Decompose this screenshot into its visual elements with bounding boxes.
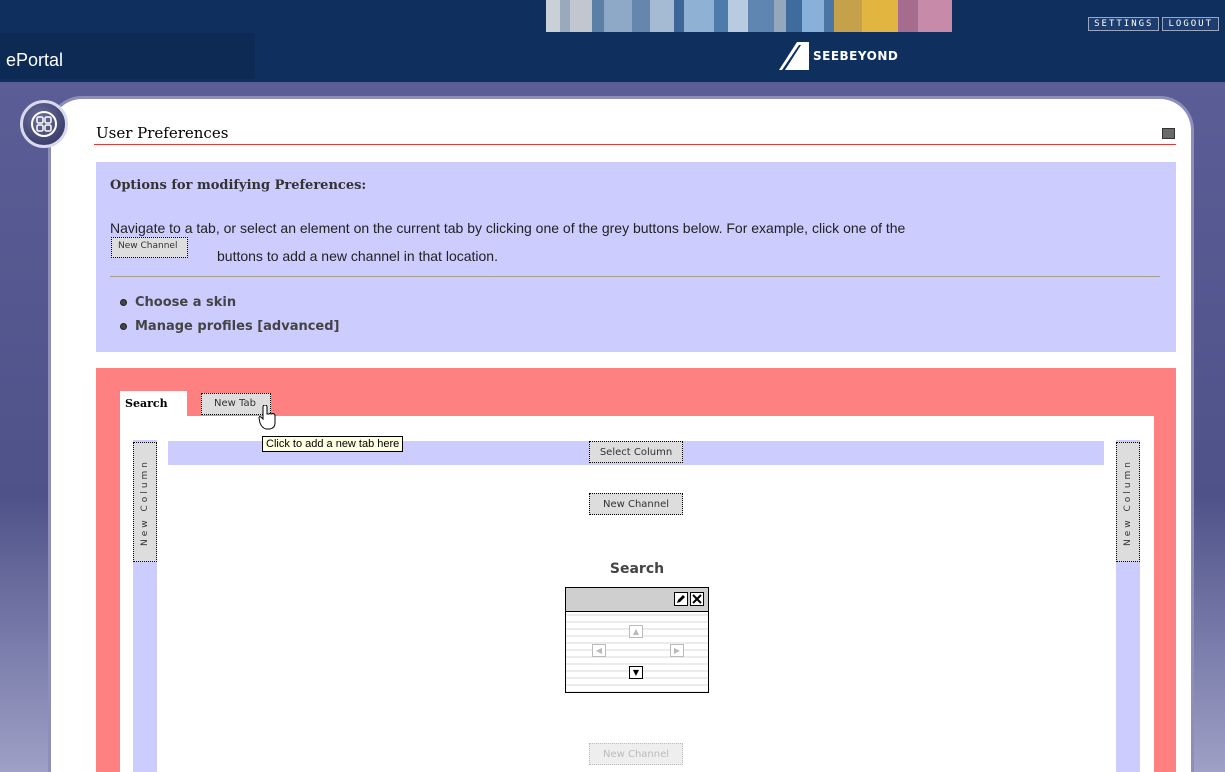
app-name-block: ePortal <box>0 33 255 79</box>
close-icon[interactable] <box>690 592 704 606</box>
move-up-icon[interactable]: ▲ <box>629 625 643 638</box>
color-strip-segment <box>802 0 824 32</box>
move-left-icon[interactable]: ◀ <box>592 644 606 657</box>
channel-header <box>566 588 708 612</box>
choose-skin-label: Choose a skin <box>135 295 237 310</box>
color-strip-segment <box>774 0 786 32</box>
bullet-icon <box>120 323 127 330</box>
new-column-label: New Column <box>140 458 150 546</box>
color-strip-segment <box>898 0 918 32</box>
channel-title: Search <box>609 561 665 577</box>
color-strip-segment <box>824 0 834 32</box>
color-strip-segment <box>546 0 560 32</box>
new-tab-tooltip: Click to add a new tab here <box>262 436 404 452</box>
brand-name: SEEBEYOND <box>813 49 899 63</box>
new-channel-button[interactable]: New Channel <box>589 493 683 515</box>
seebeyond-logo-icon <box>779 42 809 70</box>
move-down-icon[interactable]: ▼ <box>629 666 643 679</box>
pencil-icon[interactable] <box>674 592 688 606</box>
options-divider <box>110 276 1160 277</box>
title-divider <box>94 144 1176 145</box>
manage-profiles-label: Manage profiles [advanced] <box>135 319 340 334</box>
color-strip-segment <box>632 0 650 32</box>
color-strip-segment <box>674 0 684 32</box>
bullet-icon <box>120 299 127 306</box>
color-strip-segment <box>570 0 592 32</box>
choose-skin-link[interactable]: Choose a skin <box>120 295 236 310</box>
color-strip-segment <box>650 0 674 32</box>
manage-profiles-link[interactable]: Manage profiles [advanced] <box>120 319 340 334</box>
search-channel[interactable]: ▲ ◀ ▶ ▼ <box>565 587 709 693</box>
color-strip-segment <box>918 0 952 32</box>
color-strip-segment <box>728 0 748 32</box>
options-heading: Options for modifying Preferences: <box>110 178 367 193</box>
hand-cursor-icon <box>258 405 276 430</box>
brand-logo: SEEBEYOND <box>779 42 898 70</box>
color-strip-segment <box>592 0 604 32</box>
page-title: User Preferences <box>96 124 229 142</box>
options-instructions: Navigate to a tab, or select an element … <box>110 220 906 236</box>
app-name: ePortal <box>6 50 64 70</box>
color-strip-segment <box>604 0 632 32</box>
top-bar: SETTINGS LOGOUT ePortal SEEBEYOND <box>0 0 1225 82</box>
portal-menu-button[interactable] <box>20 100 68 148</box>
top-links: SETTINGS LOGOUT <box>1088 17 1219 31</box>
tab-search[interactable]: Search <box>120 391 187 419</box>
settings-link[interactable]: SETTINGS <box>1088 17 1160 31</box>
move-right-icon[interactable]: ▶ <box>670 644 684 657</box>
grid-icon <box>31 111 57 137</box>
example-new-channel-button[interactable]: New Channel <box>111 237 189 258</box>
color-strip-segment <box>834 0 862 32</box>
color-strip-segment <box>786 0 802 32</box>
logout-link[interactable]: LOGOUT <box>1162 17 1219 31</box>
select-column-button[interactable]: Select Column <box>589 441 683 463</box>
maximize-icon[interactable] <box>1162 128 1175 139</box>
options-instructions-cont: buttons to add a new channel in that loc… <box>217 248 498 264</box>
options-box: Options for modifying Preferences: Navig… <box>96 162 1176 352</box>
color-strip-segment <box>748 0 774 32</box>
color-strip-segment <box>560 0 570 32</box>
new-column-right-button[interactable]: New Column <box>1116 442 1140 562</box>
new-column-label: New Column <box>1123 458 1133 546</box>
color-strip-segment <box>714 0 728 32</box>
color-strip-segment <box>862 0 898 32</box>
new-column-left-button[interactable]: New Column <box>133 442 157 562</box>
color-strip-banner <box>546 0 952 32</box>
color-strip-segment <box>684 0 714 32</box>
new-channel-button-bottom[interactable]: New Channel <box>589 743 683 765</box>
